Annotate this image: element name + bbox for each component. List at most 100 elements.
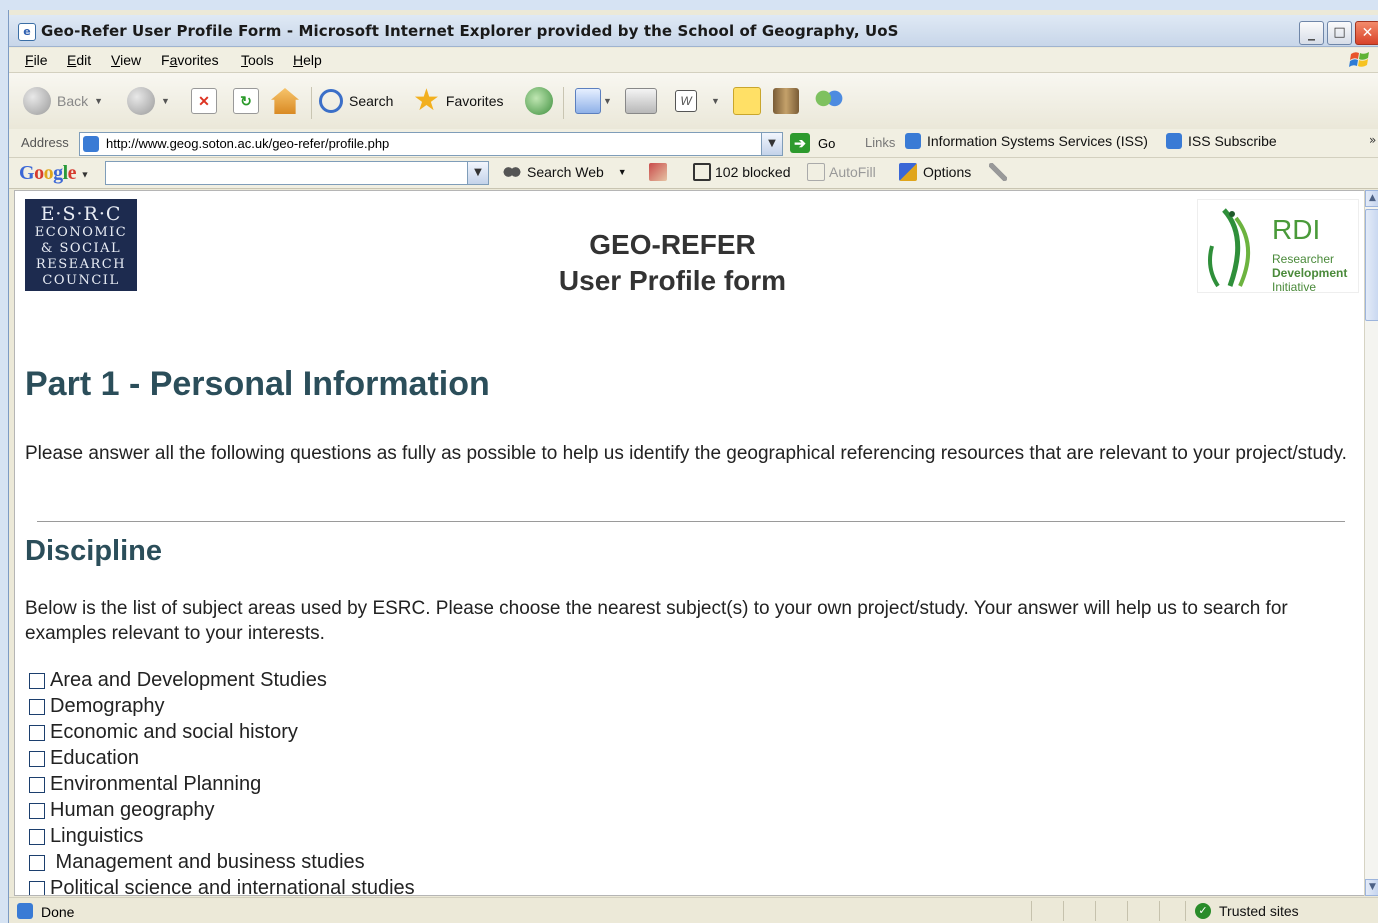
link-iss[interactable]: Information Systems Services (ISS): [905, 133, 1148, 149]
chevron-down-icon[interactable]: ▼: [618, 167, 627, 177]
rdi-logo: RDI Researcher Development Initiative: [1197, 199, 1359, 294]
toolbar-separator: [563, 87, 564, 119]
chevron-down-icon: ▼: [80, 169, 90, 180]
chevron-down-icon[interactable]: ▼: [94, 96, 103, 106]
chevron-down-icon[interactable]: ▼: [603, 96, 612, 106]
discipline-option[interactable]: Education: [29, 747, 139, 770]
vertical-scrollbar[interactable]: ▲ ▼: [1364, 190, 1378, 896]
autofill-button[interactable]: AutoFill: [807, 163, 876, 181]
chevron-down-icon[interactable]: ▼: [467, 162, 488, 184]
chevron-down-icon[interactable]: ▼: [161, 96, 170, 106]
stop-button[interactable]: ✕: [191, 85, 217, 117]
scroll-down-icon[interactable]: ▼: [1365, 879, 1378, 896]
forward-arrow-icon: [127, 87, 155, 115]
pagerank-icon: [649, 163, 667, 181]
options-button[interactable]: Options: [899, 163, 971, 181]
checkbox[interactable]: [29, 750, 45, 767]
maximize-button[interactable]: □: [1327, 21, 1352, 45]
checkbox[interactable]: [29, 802, 45, 819]
discipline-intro: Below is the list of subject areas used …: [25, 598, 1288, 644]
messenger-icon: [815, 88, 843, 114]
rdi-swoosh-icon: [1208, 208, 1251, 288]
menu-help[interactable]: Help: [293, 52, 322, 68]
intro-text: Please answer all the following question…: [25, 443, 1347, 464]
standard-toolbar: Back ▼ ▼ ✕ ↻ Search ★ Favorites ▼ W ▼: [9, 73, 1378, 136]
checkbox[interactable]: [29, 880, 45, 895]
chevron-down-icon[interactable]: ▼: [761, 133, 782, 155]
discipline-option[interactable]: Area and Development Studies: [29, 669, 327, 692]
history-button[interactable]: [525, 85, 553, 117]
menu-view[interactable]: View: [111, 52, 141, 68]
discipline-option[interactable]: Environmental Planning: [29, 773, 261, 796]
forward-button[interactable]: ▼: [127, 85, 170, 117]
search-button[interactable]: Search: [319, 85, 393, 117]
page-title: User Profile form: [558, 265, 787, 296]
status-text: Done: [41, 904, 75, 920]
discipline-option[interactable]: Linguistics: [29, 825, 143, 848]
go-arrow-icon: ➔: [790, 133, 810, 153]
divider: [37, 521, 1345, 522]
discipline-option[interactable]: Management and business studies: [29, 851, 365, 874]
link-iss-subscribe[interactable]: ISS Subscribe: [1166, 133, 1277, 149]
search-icon: [319, 89, 343, 113]
discipline-option[interactable]: Demography: [29, 695, 165, 718]
ie-page-icon: [905, 133, 921, 149]
home-button[interactable]: [271, 85, 299, 117]
menu-favorites[interactable]: Favorites: [161, 52, 219, 68]
notes-button[interactable]: [733, 85, 761, 117]
refresh-button[interactable]: ↻: [233, 85, 259, 117]
back-arrow-icon: [23, 87, 51, 115]
print-button[interactable]: [625, 85, 657, 117]
ie-page-icon: [1166, 133, 1182, 149]
highlighter-button[interactable]: [989, 163, 1013, 181]
discipline-option[interactable]: Political science and international stud…: [29, 877, 415, 895]
page-done-icon: [17, 903, 33, 919]
checkbox[interactable]: [29, 828, 45, 845]
messenger-button[interactable]: [815, 85, 843, 117]
pagerank-button[interactable]: [649, 163, 673, 181]
address-input[interactable]: http://www.geog.soton.ac.uk/geo-refer/pr…: [79, 132, 783, 156]
windows-logo-icon: [1349, 52, 1369, 67]
scroll-thumb[interactable]: [1365, 209, 1378, 321]
popup-blocker-button[interactable]: 102 blocked: [693, 163, 791, 181]
home-icon: [271, 88, 299, 114]
google-search-input[interactable]: ▼: [105, 161, 489, 185]
books-icon: [773, 88, 799, 114]
back-button[interactable]: Back ▼: [23, 85, 103, 117]
options-icon: [899, 163, 917, 181]
discipline-option[interactable]: Human geography: [29, 799, 215, 822]
popup-blocker-icon: [693, 163, 711, 181]
checkbox[interactable]: [29, 854, 45, 871]
print-icon: [625, 88, 657, 114]
close-button[interactable]: ✕: [1355, 21, 1378, 45]
edit-button[interactable]: W ▼: [675, 85, 720, 117]
favorites-button[interactable]: ★ Favorites: [413, 85, 503, 117]
checkbox[interactable]: [29, 724, 45, 741]
checkbox[interactable]: [29, 776, 45, 793]
links-overflow-icon[interactable]: »: [1369, 133, 1376, 147]
toolbar-separator: [311, 87, 312, 119]
window-title: Geo-Refer User Profile Form - Microsoft …: [41, 22, 899, 40]
security-zone[interactable]: ✓ Trusted sites: [1195, 903, 1299, 919]
checkbox[interactable]: [29, 698, 45, 715]
menu-bar: File Edit View Favorites Tools Help: [9, 48, 1378, 73]
go-button[interactable]: ➔ Go: [790, 133, 835, 153]
ie-icon: e: [18, 23, 36, 41]
pencil-icon: [989, 163, 1007, 181]
menu-file[interactable]: File: [25, 52, 48, 68]
search-web-button[interactable]: Search Web ▼: [503, 163, 627, 181]
title-bar: e Geo-Refer User Profile Form - Microsof…: [9, 15, 1378, 47]
mail-button[interactable]: ▼: [575, 85, 612, 117]
star-icon: ★: [413, 84, 440, 117]
scroll-up-icon[interactable]: ▲: [1365, 190, 1378, 207]
chevron-down-icon[interactable]: ▼: [711, 96, 720, 106]
minimize-button[interactable]: _: [1299, 21, 1324, 45]
word-icon: W: [675, 90, 697, 112]
menu-tools[interactable]: Tools: [241, 52, 274, 68]
google-logo[interactable]: Google ▼: [19, 162, 89, 185]
menu-edit[interactable]: Edit: [67, 52, 91, 68]
history-icon: [525, 87, 553, 115]
discipline-option[interactable]: Economic and social history: [29, 721, 298, 744]
checkbox[interactable]: [29, 672, 45, 689]
research-button[interactable]: [773, 85, 799, 117]
